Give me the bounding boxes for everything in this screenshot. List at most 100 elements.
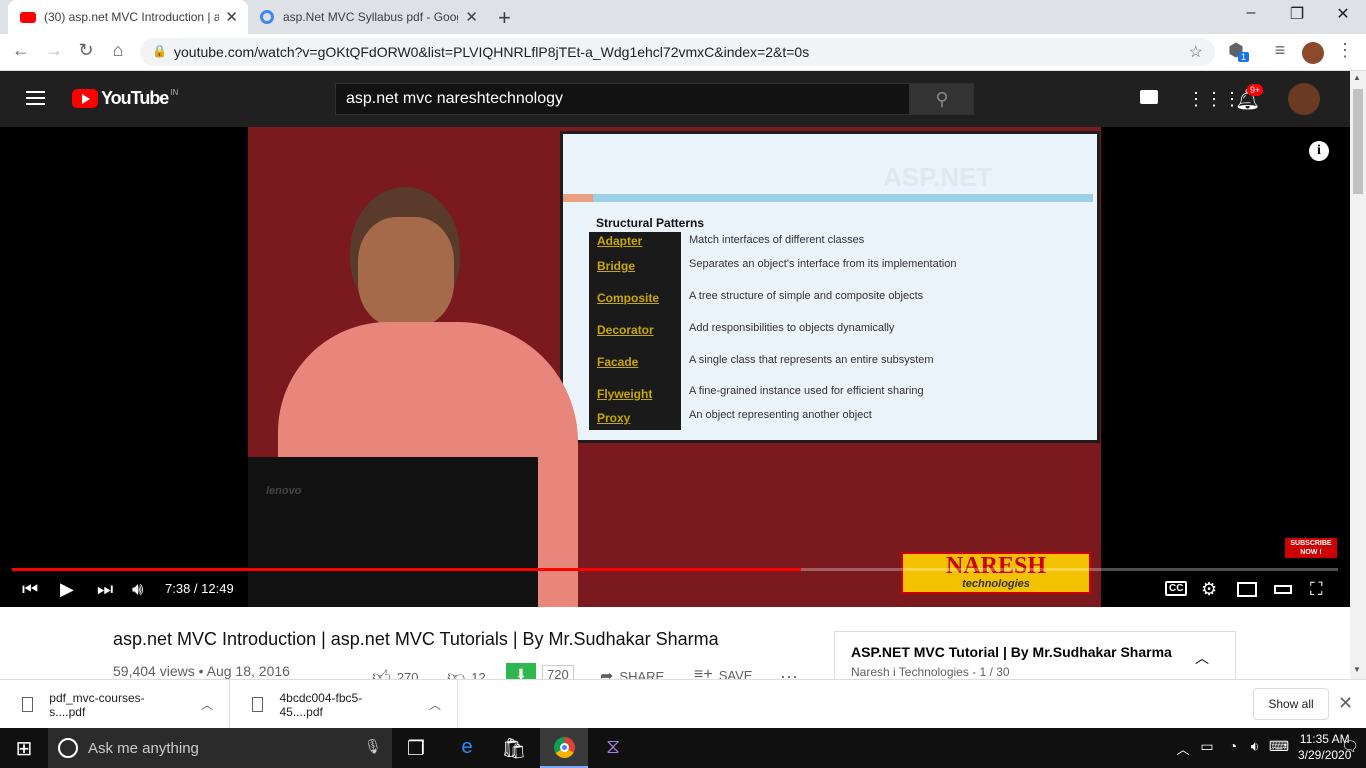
store-icon[interactable]: 🛍︎ [499,736,529,761]
scroll-down-icon[interactable]: ▼ [1353,665,1361,674]
visual-studio-icon[interactable]: ⧖ [598,736,628,759]
pattern-name: Adapter [593,234,681,248]
hamburger-menu-icon[interactable] [26,91,45,105]
subscribe-now-watermark[interactable]: SUBSCRIBE NOW ! [1285,538,1337,558]
miniplayer-icon[interactable] [1237,582,1257,597]
video-title: asp.net MVC Introduction | asp.net MVC T… [113,629,719,649]
pattern-desc: A tree structure of simple and composite… [689,290,924,302]
lock-icon: 🔒 [152,44,167,58]
minimize-icon[interactable]: – [1228,4,1274,22]
settings-gear-icon[interactable]: ⚙ [1201,579,1217,600]
youtube-header: YouTube IN asp.net mvc nareshtechnology … [0,71,1350,127]
pattern-name: Bridge [593,259,681,273]
task-view-icon[interactable]: ❐ [401,736,431,761]
search-icon: ⚲ [935,89,949,109]
youtube-logo[interactable]: YouTube IN [72,88,178,109]
reload-icon[interactable]: ↻ [74,40,98,61]
file-icon [22,697,34,712]
action-center-icon[interactable]: 🗨︎ [1335,738,1365,755]
file-icon [252,697,264,712]
subscribe-line1: SUBSCRIBE [1290,540,1332,547]
player-controls: ⏮ ▶ ⏭ 🔊︎ 7:38 / 12:49 CC ⚙ ⛶ [0,573,1350,607]
captions-icon[interactable]: CC [1165,581,1188,596]
playlist-panel[interactable]: ASP.NET MVC Tutorial | By Mr.Sudhakar Sh… [834,631,1236,686]
show-all-button[interactable]: Show all [1253,688,1329,720]
tab-youtube[interactable]: (30) asp.net MVC Introduction | a ✕ [8,0,248,34]
pattern-desc: A single class that represents an entire… [689,354,934,366]
close-icon[interactable]: ✕ [1338,693,1353,714]
restore-icon[interactable]: ❐ [1274,4,1320,24]
next-icon[interactable]: ⏭ [97,579,113,600]
playlist-title: ASP.NET MVC Tutorial | By Mr.Sudhakar Sh… [851,644,1172,660]
page-scrollbar[interactable]: ▲ ▼ [1350,71,1366,679]
profile-avatar[interactable] [1302,42,1324,64]
keyboard-icon[interactable]: ⌨ [1264,738,1294,755]
progress-bar[interactable] [12,568,1338,571]
video-meta: 59,404 views • Aug 18, 2016 [113,663,290,679]
download-item[interactable]: 4bcdc004-fbc5-45....pdf ︿ [230,680,458,729]
create-video-icon[interactable] [1140,90,1158,104]
apps-grid-icon[interactable]: ⋮⋮⋮ [1187,89,1241,110]
back-icon[interactable]: ← [9,40,33,61]
search-button[interactable]: ⚲ [910,83,974,115]
home-icon[interactable]: ⌂ [106,40,130,61]
play-icon[interactable]: ▶ [60,579,74,600]
chrome-icon[interactable] [540,728,588,768]
pattern-name: Facade [593,355,681,369]
edge-icon[interactable]: e [452,736,482,759]
url-text: youtube.com/watch?v=gOKtQFdORW0&list=PLV… [174,44,810,60]
info-icon[interactable]: i [1309,141,1329,161]
video-player[interactable]: ASP.NET Structural Patterns Adapter Matc… [0,127,1350,607]
slide-title: Structural Patterns [596,216,705,230]
close-tab-icon[interactable]: ✕ [225,8,238,26]
taskbar-search-input[interactable]: Ask me anything 🎙︎ [48,728,392,768]
notification-count-badge: 9+ [1247,84,1264,96]
windows-start-icon[interactable]: ⊞ [9,736,39,761]
scrollbar-thumb[interactable] [1353,89,1363,194]
theater-mode-icon[interactable] [1274,585,1292,594]
chevron-up-icon[interactable]: ︿ [201,696,213,713]
close-tab-icon[interactable]: ✕ [465,8,478,26]
slide-watermark: ASP.NET [883,162,993,192]
extension-icon[interactable]: ⬢ 1 [1224,40,1250,62]
cortana-icon [58,738,78,758]
bookmark-star-icon[interactable]: ☆ [1189,42,1203,62]
browser-tab-strip: (30) asp.net MVC Introduction | a ✕ asp.… [0,0,1366,34]
video-frame: ASP.NET Structural Patterns Adapter Matc… [248,127,1101,607]
youtube-favicon-icon [20,11,36,23]
subscribe-line2: NOW ! [1300,549,1322,556]
previous-icon[interactable]: ⏮ [22,579,38,600]
pattern-desc: A fine-grained instance used for efficie… [689,385,924,397]
download-item[interactable]: pdf_mvc-courses-s....pdf ︿ [0,680,230,729]
progress-fill [12,568,801,571]
chevron-up-icon[interactable]: ︿ [1195,648,1209,668]
fullscreen-icon[interactable]: ⛶ [1310,579,1323,600]
download-filename: pdf_mvc-courses-s....pdf [49,690,145,719]
download-filename: 4bcdc004-fbc5-45....pdf [279,690,363,719]
youtube-play-logo-icon [72,89,98,108]
new-tab-icon[interactable]: + [498,5,511,31]
laptop-brand: lenovo [266,485,302,497]
windows-taskbar: ⊞ Ask me anything 🎙︎ ❐ e 🛍︎ ⧖ ︿ ▭ ◔ 🔉︎ ⌨… [0,728,1366,768]
address-bar[interactable]: 🔒 youtube.com/watch?v=gOKtQFdORW0&list=P… [140,38,1215,66]
pattern-desc: Separates an object's interface from its… [689,258,957,270]
pattern-name: Flyweight [593,387,681,401]
forward-icon[interactable]: → [42,40,66,61]
window-close-icon[interactable]: ✕ [1320,4,1366,24]
pattern-desc: An object representing another object [689,409,872,421]
microphone-icon[interactable]: 🎙︎ [364,738,382,755]
tab-google[interactable]: asp.Net MVC Syllabus pdf - Goog ✕ [248,0,488,34]
search-input[interactable]: asp.net mvc nareshtechnology [335,83,910,115]
scroll-up-icon[interactable]: ▲ [1353,73,1361,82]
pattern-desc: Match interfaces of different classes [689,234,865,246]
menu-kebab-icon[interactable]: ⋮ [1333,40,1357,61]
pattern-desc: Add responsibilities to objects dynamica… [689,322,895,334]
user-avatar[interactable] [1288,83,1320,115]
volume-icon[interactable]: 🔊︎ [132,579,143,600]
chevron-up-icon[interactable]: ︿ [429,696,441,713]
tab-title: (30) asp.net MVC Introduction | a [44,10,219,24]
media-queue-icon[interactable]: ≡ [1268,40,1292,61]
pattern-name: Decorator [593,323,681,337]
presentation-slide: ASP.NET Structural Patterns Adapter Matc… [560,131,1100,443]
extension-badge: 1 [1238,52,1250,62]
